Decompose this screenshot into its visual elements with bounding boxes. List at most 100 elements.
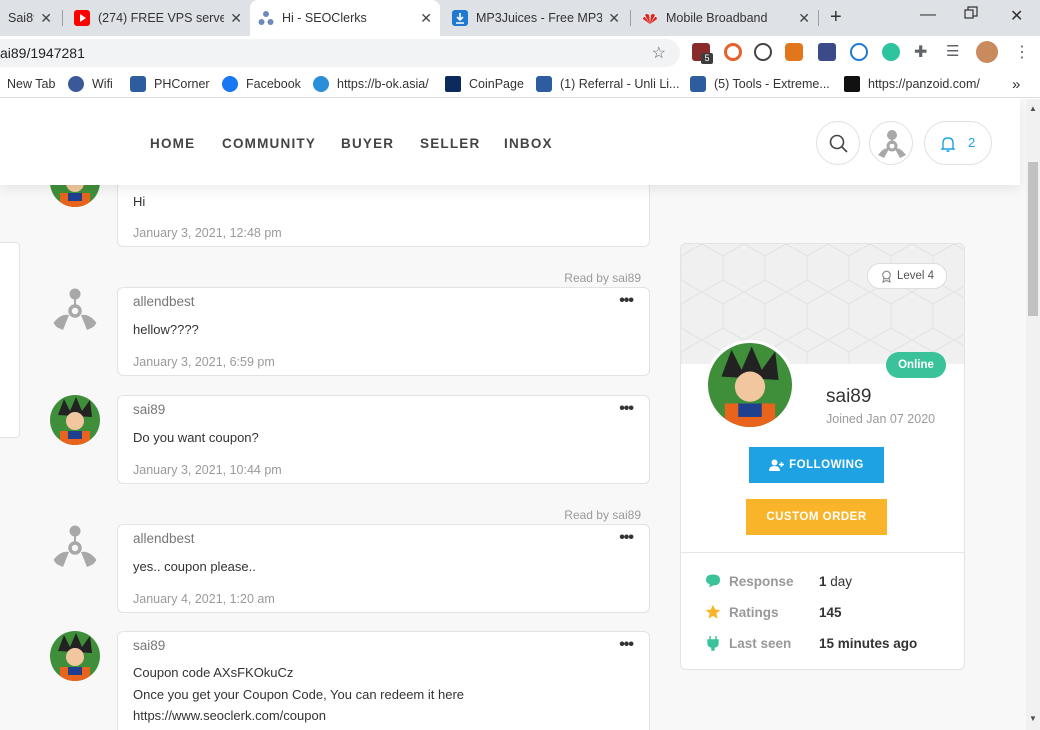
message-text: hellow???? bbox=[133, 322, 199, 337]
stat-value-strong: 1 bbox=[819, 574, 827, 589]
message-options-button[interactable]: ••• bbox=[619, 400, 634, 418]
message-time: January 4, 2021, 1:20 am bbox=[133, 592, 275, 606]
notifications-button[interactable]: 2 bbox=[924, 121, 992, 165]
coin-extension-icon[interactable] bbox=[850, 43, 868, 61]
tab-title: MP3Juices - Free MP3 D bbox=[476, 11, 603, 25]
tab-separator bbox=[818, 10, 819, 26]
menu-icon[interactable]: ⋮ bbox=[1014, 42, 1030, 62]
bookmark-facebook[interactable]: Facebook bbox=[222, 70, 301, 98]
custom-order-label: CUSTOM ORDER bbox=[766, 511, 867, 523]
following-label: FOLLOWING bbox=[789, 459, 864, 471]
notification-count: 2 bbox=[968, 135, 976, 150]
bookmark-referral[interactable]: (1) Referral - Unli Li... bbox=[536, 70, 679, 98]
nav-inbox[interactable]: INBOX bbox=[504, 136, 553, 151]
profile-avatar-icon[interactable] bbox=[976, 41, 998, 63]
message-author[interactable]: sai89 bbox=[133, 638, 165, 653]
bookmark-star-icon[interactable]: ☆ bbox=[652, 43, 666, 63]
avatar-sai89[interactable] bbox=[50, 631, 100, 681]
user-menu-button[interactable] bbox=[869, 121, 913, 165]
seoclerks-icon bbox=[258, 10, 274, 26]
bookmark-wifi[interactable]: Wifi bbox=[68, 70, 113, 98]
new-tab-button[interactable]: + bbox=[830, 6, 842, 29]
download-icon bbox=[452, 10, 468, 26]
online-status-badge: Online bbox=[886, 352, 946, 378]
stat-label: Response bbox=[729, 574, 794, 589]
close-window-icon[interactable]: ✕ bbox=[1010, 6, 1023, 26]
message-options-button[interactable]: ••• bbox=[619, 636, 634, 654]
bookmark-label: Wifi bbox=[92, 77, 113, 91]
message-text-line: Coupon code AXsFKOkuCz bbox=[133, 665, 294, 680]
nav-seller[interactable]: SELLER bbox=[420, 136, 480, 151]
tab-sai89[interactable]: Sai89 ✕ bbox=[0, 0, 60, 36]
vpn-extension-icon[interactable] bbox=[818, 43, 836, 61]
tab-separator bbox=[62, 10, 63, 26]
bookmark-label: https://b-ok.asia/ bbox=[337, 77, 429, 91]
bookmark-label: Facebook bbox=[246, 77, 301, 91]
close-icon[interactable]: ✕ bbox=[608, 10, 620, 27]
scroll-down-arrow[interactable]: ▼ bbox=[1029, 714, 1037, 723]
bookmark-panzoid[interactable]: https://panzoid.com/ bbox=[844, 70, 980, 98]
bookmark-bok[interactable]: https://b-ok.asia/ bbox=[313, 70, 429, 98]
shield-icon bbox=[130, 76, 146, 92]
search-button[interactable] bbox=[816, 121, 860, 165]
shield-icon bbox=[690, 76, 706, 92]
nav-buyer[interactable]: BUYER bbox=[341, 136, 394, 151]
bookmark-label: PHCorner bbox=[154, 77, 210, 91]
speedometer-extension-icon[interactable] bbox=[754, 43, 772, 61]
avatar-allendbest[interactable] bbox=[50, 522, 100, 572]
sync-extension-icon[interactable] bbox=[724, 43, 742, 61]
puzzle-icon[interactable]: ✚ bbox=[914, 42, 927, 62]
bookmark-coinpage[interactable]: CoinPage bbox=[445, 70, 524, 98]
teal-extension-icon[interactable] bbox=[882, 43, 900, 61]
bookmark-new-tab[interactable]: New Tab bbox=[7, 70, 55, 98]
message-author[interactable]: allendbest bbox=[133, 531, 195, 546]
nav-community[interactable]: COMMUNITY bbox=[222, 136, 316, 151]
tab-mobile-broadband[interactable]: Mobile Broadband ✕ bbox=[634, 0, 818, 36]
nav-home[interactable]: HOME bbox=[150, 136, 195, 151]
custom-order-button[interactable]: CUSTOM ORDER bbox=[746, 499, 887, 535]
stat-label: Last seen bbox=[729, 636, 792, 651]
restore-icon[interactable] bbox=[964, 6, 978, 25]
browser-tab-bar: Sai89 ✕ (274) FREE VPS server W ✕ Hi - S… bbox=[0, 0, 1040, 36]
bell-icon bbox=[940, 137, 956, 152]
avatar-sai89[interactable] bbox=[50, 395, 100, 445]
globe-icon bbox=[68, 76, 84, 92]
bookmark-phcorner[interactable]: PHCorner bbox=[130, 70, 210, 98]
address-bar[interactable]: ai89/1947281 ☆ bbox=[0, 39, 680, 67]
bookmarks-overflow-button[interactable]: » bbox=[1012, 70, 1020, 98]
stat-value: 1 day bbox=[819, 574, 852, 589]
tab-seoclerks[interactable]: Hi - SEOClerks ✕ bbox=[250, 0, 440, 36]
scroll-up-arrow[interactable]: ▲ bbox=[1029, 104, 1037, 113]
coupon-link[interactable]: https://www.seoclerk.com/coupon bbox=[133, 705, 326, 726]
tab-mp3juices[interactable]: MP3Juices - Free MP3 D ✕ bbox=[444, 0, 628, 36]
panzoid-icon bbox=[844, 76, 860, 92]
message-options-button[interactable]: ••• bbox=[619, 529, 634, 547]
close-icon[interactable]: ✕ bbox=[420, 10, 432, 27]
medal-icon bbox=[882, 270, 891, 283]
stat-value-strong: 15 minutes ago bbox=[819, 636, 918, 651]
tab-youtube[interactable]: (274) FREE VPS server W ✕ bbox=[66, 0, 250, 36]
message-author[interactable]: sai89 bbox=[133, 402, 165, 417]
profile-avatar[interactable] bbox=[705, 340, 795, 430]
minimize-icon[interactable]: — bbox=[920, 6, 936, 24]
tab-title: Mobile Broadband bbox=[666, 11, 768, 25]
avatar-allendbest[interactable] bbox=[50, 285, 100, 335]
profile-username: sai89 bbox=[826, 386, 872, 407]
default-avatar-icon bbox=[52, 525, 98, 567]
following-button[interactable]: FOLLOWING bbox=[749, 447, 884, 483]
close-icon[interactable]: ✕ bbox=[40, 10, 52, 27]
message-text: Do you want coupon? bbox=[133, 430, 259, 445]
metamask-extension-icon[interactable] bbox=[785, 43, 803, 61]
close-icon[interactable]: ✕ bbox=[230, 10, 242, 27]
close-icon[interactable]: ✕ bbox=[798, 10, 810, 27]
message-options-button[interactable]: ••• bbox=[619, 292, 634, 310]
bookmark-tools[interactable]: (5) Tools - Extreme... bbox=[690, 70, 830, 98]
message-card: sai89 ••• Do you want coupon? January 3,… bbox=[117, 395, 650, 484]
message-author[interactable]: allendbest bbox=[133, 294, 195, 309]
playlist-icon[interactable]: ☰ bbox=[946, 42, 959, 60]
default-avatar-icon bbox=[52, 288, 98, 330]
huawei-icon bbox=[642, 10, 658, 26]
message-text: Hi bbox=[133, 194, 146, 209]
scrollbar-thumb[interactable] bbox=[1028, 162, 1038, 316]
message-card: Hi January 3, 2021, 12:48 pm bbox=[117, 181, 650, 247]
